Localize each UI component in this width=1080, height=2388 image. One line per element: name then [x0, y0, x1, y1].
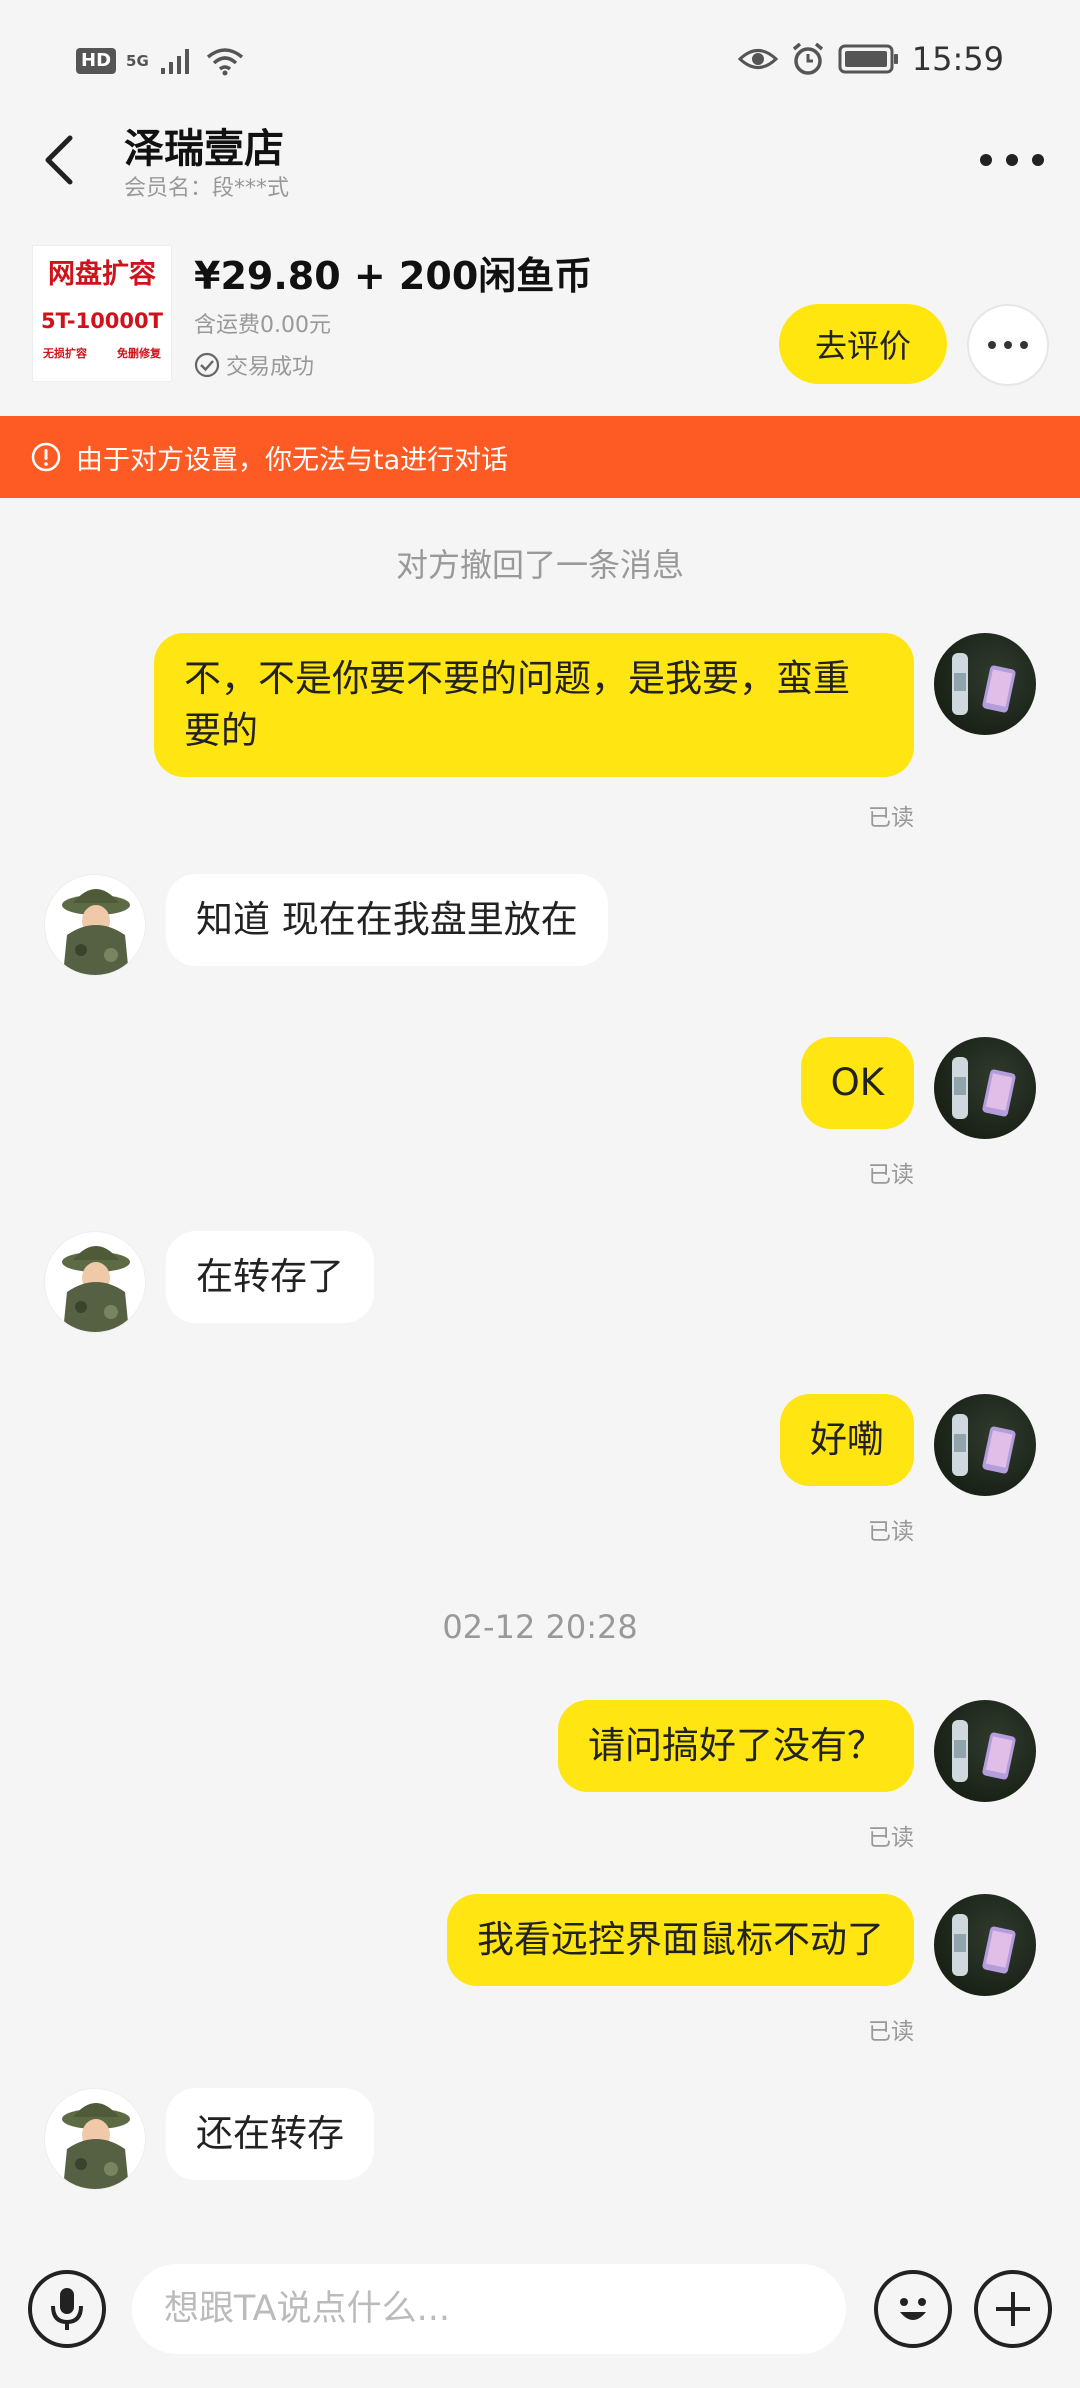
message-bubble-sent[interactable]: 不，不是你要不要的问题，是我要，蛮重要的: [154, 633, 914, 777]
message-bubble-sent[interactable]: 请问搞好了没有？: [558, 1700, 914, 1792]
battery-icon: [838, 44, 898, 74]
microphone-icon: [51, 2288, 83, 2330]
eye-icon: [737, 49, 778, 69]
my-avatar[interactable]: [934, 1894, 1036, 1996]
message-bubble-sent[interactable]: OK: [800, 1037, 914, 1129]
rate-button[interactable]: 去评价: [779, 304, 947, 384]
product-card: 网盘扩容 5T-10000T 无损扩容 免删修复 ¥29.80 + 200闲鱼币…: [0, 245, 1080, 386]
more-dot-icon: [1004, 341, 1012, 349]
product-thumbnail[interactable]: 网盘扩容 5T-10000T 无损扩容 免删修复: [32, 245, 172, 382]
read-receipt: 已读: [868, 2019, 914, 2045]
contact-avatar[interactable]: [44, 874, 146, 976]
wifi-icon: [206, 48, 243, 76]
more-menu-button[interactable]: [980, 140, 1044, 180]
message-input[interactable]: [132, 2264, 846, 2354]
product-price: ¥29.80 + 200闲鱼币: [194, 254, 593, 298]
my-avatar[interactable]: [934, 1394, 1036, 1496]
contact-avatar[interactable]: [44, 2088, 146, 2190]
my-avatar[interactable]: [934, 633, 1036, 735]
avatar-image: [952, 1057, 1016, 1119]
my-avatar[interactable]: [934, 1700, 1036, 1802]
hd-badge: HD: [76, 48, 117, 74]
my-avatar[interactable]: [934, 1037, 1036, 1139]
warning-banner: 由于对方设置，你无法与ta进行对话: [0, 416, 1080, 498]
back-button[interactable]: [40, 130, 90, 190]
more-dot-icon: [1020, 341, 1028, 349]
message-bubble-sent[interactable]: 我看远控界面鼠标不动了: [447, 1894, 914, 1986]
alert-circle-icon: [31, 442, 61, 472]
thumb-tag: 无损扩容: [43, 347, 87, 360]
status-bar: HD 5G 15:59: [0, 0, 1080, 110]
network-label: 5G: [126, 52, 149, 70]
avatar-image: [952, 1414, 1016, 1476]
member-name: 会员名：段***式: [124, 176, 290, 201]
page-title: 泽瑞壹店: [124, 126, 284, 172]
avatar-image: [952, 1914, 1016, 1976]
plus-icon: [996, 2292, 1030, 2326]
trade-status-label: 交易成功: [226, 355, 315, 380]
read-receipt: 已读: [868, 1825, 914, 1851]
avatar-image: [62, 1246, 130, 1332]
clock: 15:59: [911, 40, 1004, 78]
thumb-capacity: 5T-10000T: [41, 309, 163, 333]
avatar-image: [62, 889, 130, 975]
check-circle-icon: [194, 352, 220, 378]
more-dot-icon: [988, 341, 996, 349]
message-bubble-sent[interactable]: 好嘞: [780, 1394, 914, 1486]
product-options-button[interactable]: [967, 304, 1049, 386]
thumb-title: 网盘扩容: [48, 259, 156, 290]
contact-avatar[interactable]: [44, 1231, 146, 1333]
emoji-button[interactable]: [874, 2270, 952, 2348]
warning-text: 由于对方设置，你无法与ta进行对话: [76, 444, 509, 476]
recalled-notice: 对方撤回了一条消息: [395, 546, 684, 584]
read-receipt: 已读: [868, 1519, 914, 1545]
thumb-tag: 免删修复: [117, 347, 161, 360]
avatar-image: [62, 2103, 130, 2189]
signal-icon: [160, 49, 189, 74]
avatar-image: [952, 1720, 1016, 1782]
chat-header: 泽瑞壹店 会员名：段***式: [0, 110, 1080, 215]
voice-button[interactable]: [28, 2270, 106, 2348]
smiley-icon: [900, 2298, 926, 2320]
more-dot-icon: [1032, 154, 1044, 166]
message-timestamp: 02-12 20:28: [442, 1608, 638, 1646]
shipping-fee: 含运费0.00元: [194, 313, 331, 338]
read-receipt: 已读: [868, 805, 914, 831]
add-attachment-button[interactable]: [974, 2270, 1052, 2348]
more-dot-icon: [980, 154, 992, 166]
read-receipt: 已读: [868, 1162, 914, 1188]
message-bubble-received[interactable]: 还在转存: [166, 2088, 374, 2180]
message-bubble-received[interactable]: 在转存了: [166, 1231, 374, 1323]
avatar-image: [952, 653, 1016, 715]
trade-status: 交易成功: [194, 349, 314, 381]
alarm-icon: [792, 42, 823, 75]
input-bar: [0, 2250, 1080, 2388]
back-arrow-icon: [45, 135, 73, 185]
more-dot-icon: [1006, 154, 1018, 166]
message-bubble-received[interactable]: 知道 现在在我盘里放在: [166, 874, 608, 966]
